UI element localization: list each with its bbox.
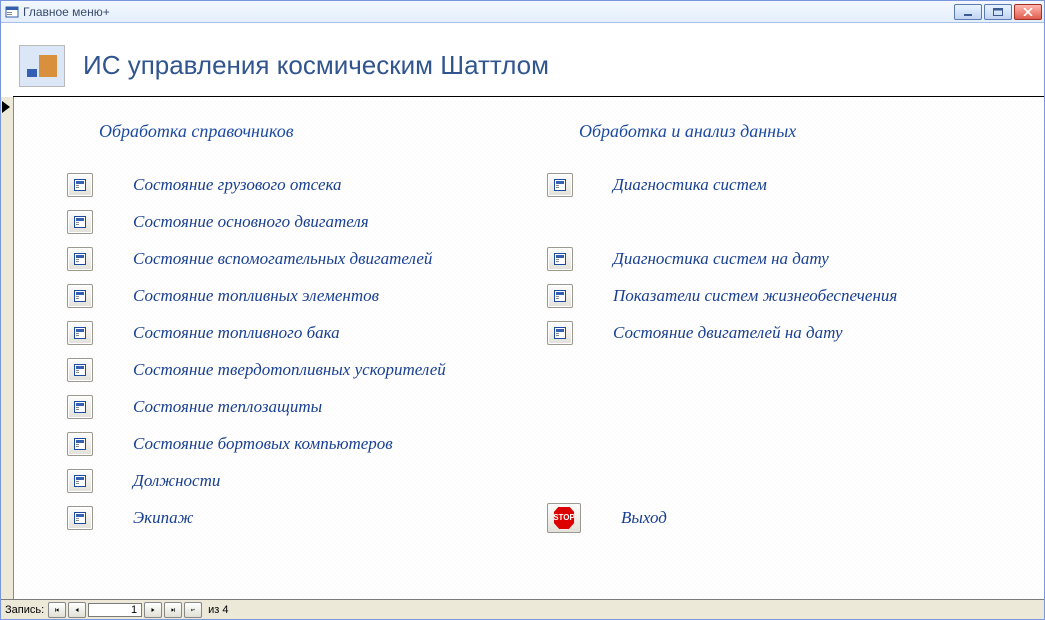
record-selector[interactable] bbox=[1, 97, 14, 619]
menu-label: Состояние вспомогательных двигателей bbox=[133, 249, 432, 269]
form-icon bbox=[74, 438, 86, 450]
menu-label: Диагностика систем bbox=[613, 175, 767, 195]
menu-label: Состояние двигателей на дату bbox=[613, 323, 843, 343]
open-fuel-tank-status-button[interactable] bbox=[67, 321, 93, 345]
menu-label: Состояние основного двигателя bbox=[133, 212, 369, 232]
open-fuel-elements-status-button[interactable] bbox=[67, 284, 93, 308]
nav-label: Запись: bbox=[5, 604, 44, 616]
open-onboard-computers-status-button[interactable] bbox=[67, 432, 93, 456]
close-button[interactable] bbox=[1014, 4, 1042, 20]
nav-next-button[interactable] bbox=[144, 602, 162, 618]
left-column: Обработка справочников Состояние грузово… bbox=[71, 121, 551, 536]
client-area: ИС управления космическим Шаттлом Обрабо… bbox=[1, 23, 1044, 619]
menu-label: Диагностика систем на дату bbox=[613, 249, 829, 269]
right-column: Обработка и анализ данных Диагностика си… bbox=[551, 121, 1024, 536]
maximize-button[interactable] bbox=[984, 4, 1012, 20]
menu-label: Должности bbox=[133, 471, 220, 491]
menu-label: Экипаж bbox=[133, 508, 193, 528]
app-window: Главное меню+ ИС управления космическим … bbox=[0, 0, 1045, 620]
current-record-marker-icon bbox=[2, 101, 10, 113]
form-icon bbox=[74, 512, 86, 524]
nav-first-button[interactable] bbox=[48, 602, 66, 618]
window-title: Главное меню+ bbox=[23, 5, 950, 19]
open-crew-button[interactable] bbox=[67, 506, 93, 530]
nav-new-record-button[interactable]: * bbox=[184, 602, 202, 618]
form-icon bbox=[554, 253, 566, 265]
form-icon bbox=[5, 5, 19, 19]
menu-label: Состояние топливных элементов bbox=[133, 286, 379, 306]
open-diagnostics-button[interactable] bbox=[547, 173, 573, 197]
menu-label: Показатели систем жизнеобеспечения bbox=[613, 286, 897, 306]
svg-text:*: * bbox=[193, 610, 194, 612]
menu-label: Состояние твердотопливных ускорителей bbox=[133, 360, 446, 380]
stop-icon: STOP bbox=[553, 506, 575, 530]
form-icon bbox=[74, 401, 86, 413]
open-life-support-indicators-button[interactable] bbox=[547, 284, 573, 308]
window-controls bbox=[954, 4, 1042, 20]
form-body: Обработка справочников Состояние грузово… bbox=[15, 97, 1044, 619]
minimize-button[interactable] bbox=[954, 4, 982, 20]
menu-label: Состояние топливного бака bbox=[133, 323, 340, 343]
menu-label: Состояние теплозащиты bbox=[133, 397, 322, 417]
form-icon bbox=[554, 327, 566, 339]
form-icon bbox=[74, 179, 86, 191]
open-main-engine-status-button[interactable] bbox=[67, 210, 93, 234]
form-icon bbox=[554, 179, 566, 191]
form-icon bbox=[74, 290, 86, 302]
spacer-row bbox=[551, 203, 1024, 240]
nav-prev-button[interactable] bbox=[68, 602, 86, 618]
form-icon bbox=[74, 475, 86, 487]
spacer-row bbox=[551, 351, 1024, 388]
form-icon bbox=[74, 364, 86, 376]
right-heading: Обработка и анализ данных bbox=[551, 121, 1024, 142]
spacer-row bbox=[551, 388, 1024, 425]
exit-label: Выход bbox=[621, 508, 667, 528]
spacer-row bbox=[551, 425, 1024, 462]
record-navigation: Запись: * из 4 bbox=[1, 599, 1044, 619]
form-icon bbox=[74, 216, 86, 228]
form-icon bbox=[554, 290, 566, 302]
left-heading: Обработка справочников bbox=[71, 121, 551, 142]
menu-label: Состояние грузового отсека bbox=[133, 175, 342, 195]
open-solid-burners-status-button[interactable] bbox=[67, 358, 93, 382]
open-aux-engines-status-button[interactable] bbox=[67, 247, 93, 271]
open-thermal-shield-status-button[interactable] bbox=[67, 395, 93, 419]
exit-button[interactable]: STOP bbox=[547, 503, 581, 533]
nav-of-text: из 4 bbox=[208, 604, 228, 616]
spacer-row bbox=[551, 462, 1024, 499]
open-positions-button[interactable] bbox=[67, 469, 93, 493]
form-header: ИС управления космическим Шаттлом bbox=[13, 35, 1044, 97]
menu-label: Состояние бортовых компьютеров bbox=[133, 434, 393, 454]
nav-last-button[interactable] bbox=[164, 602, 182, 618]
open-cargo-status-button[interactable] bbox=[67, 173, 93, 197]
form-icon bbox=[74, 253, 86, 265]
logo-icon bbox=[19, 45, 65, 87]
titlebar: Главное меню+ bbox=[1, 1, 1044, 23]
open-engines-by-date-button[interactable] bbox=[547, 321, 573, 345]
nav-current-input[interactable] bbox=[88, 603, 142, 617]
form-icon bbox=[74, 327, 86, 339]
page-title: ИС управления космическим Шаттлом bbox=[83, 50, 549, 81]
open-diagnostics-by-date-button[interactable] bbox=[547, 247, 573, 271]
